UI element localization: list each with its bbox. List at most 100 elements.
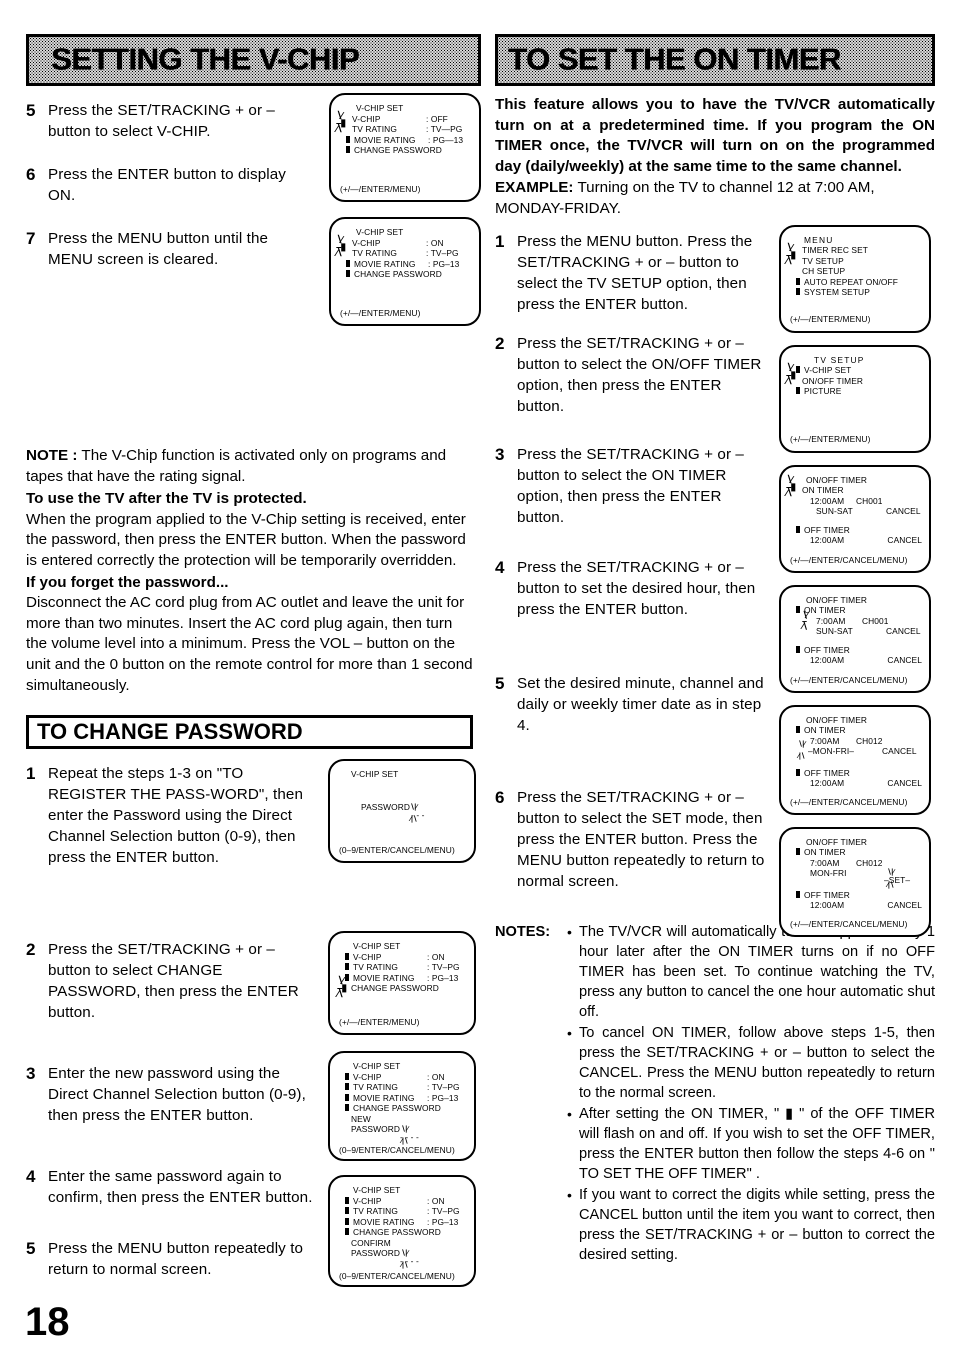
osd-row-label: TV RATING xyxy=(353,962,398,973)
osd-bullet-icon xyxy=(346,259,350,267)
osd-row-value: : TV–PG xyxy=(426,248,459,258)
step-number: 5 xyxy=(26,1239,36,1259)
osd-row-value: : TV–PG xyxy=(427,962,460,973)
osd-bullet-icon xyxy=(345,1196,349,1204)
step-text: Press the SET/TRACKING + or – button to … xyxy=(48,102,275,140)
step-text: Press the MENU button repeatedly to retu… xyxy=(48,1240,304,1279)
osd-bullet-icon xyxy=(345,1207,349,1215)
osd-off-timer-row: OFF TIMER xyxy=(788,768,922,779)
bullet-dot-icon: • xyxy=(567,1105,572,1122)
osd-on-timer-row: ON TIMER xyxy=(788,605,922,616)
osd-row: MOVIE RATING : PG—13 xyxy=(338,135,472,146)
osd-menu-item: PICTURE xyxy=(804,386,842,397)
osd-off-time: 12:00AM xyxy=(810,900,845,911)
osd-on-time-row: ∖∕ – ∕∖ 7:00AM CH001 xyxy=(788,610,922,630)
osd-row-label: TV RATING xyxy=(353,1082,398,1093)
osd-row-label: V-CHIP xyxy=(353,1071,382,1082)
protected-heading: To use the TV after the TV is protected. xyxy=(26,490,307,508)
vchip-step-list: 5 Press the SET/TRACKING + or – button t… xyxy=(26,100,316,270)
timer-step-2: 2 Press the SET/TRACKING + or – button t… xyxy=(495,333,767,417)
osd-row-value: : ON xyxy=(427,951,445,962)
osd-menu-item-row: AUTO REPEAT ON/OFF xyxy=(788,277,922,288)
osd-off-time-row: 12:00AM CANCEL xyxy=(788,535,922,546)
osd-password-label: PASSWORD xyxy=(351,1248,401,1259)
timer-step-4: 4 Press the SET/TRACKING + or – button t… xyxy=(495,557,767,620)
osd-bullet-icon xyxy=(345,1217,349,1225)
osd-off-cancel: CANCEL xyxy=(887,778,922,789)
osd-row-label: TV RATING xyxy=(353,1206,398,1217)
osd-footer: (+/—/ENTER/MENU) xyxy=(339,1016,420,1027)
osd-row-label: V-CHIP xyxy=(353,1195,382,1206)
osd-bullet-icon xyxy=(796,768,800,776)
osd-on-off-timer-step4: ON/OFF TIMER ON TIMER ∖∕ – ∕∖ 7:00AM CH0… xyxy=(779,584,931,693)
osd-menu-item: V-CHIP SET xyxy=(804,365,852,376)
osd-off-timer-label: OFF TIMER xyxy=(804,767,850,778)
osd-on-days-row: MON-FRI ∖∣∕ –SET– ∕∣∖ xyxy=(788,868,922,889)
timer-step-5: 5 Set the desired minute, channel and da… xyxy=(495,673,767,736)
osd-bullet-icon xyxy=(796,848,800,856)
osd-bullet-icon xyxy=(796,726,800,734)
step-number: 1 xyxy=(26,764,36,784)
blink-bottom-icon: ∕∣∖ xyxy=(410,815,417,823)
timer-step-6: 6 Press the SET/TRACKING + or – button t… xyxy=(495,787,767,892)
osd-row-value: : PG–13 xyxy=(427,972,459,983)
osd-title: MENU xyxy=(804,234,834,245)
osd-row: ∖∕ –▮ ∕∖ CHANGE PASSWORD xyxy=(337,977,467,1000)
blink-bottom-icon: ∕∣∖ xyxy=(887,882,894,890)
osd-bullet-icon xyxy=(796,288,800,296)
step-number: 6 xyxy=(26,165,36,184)
osd-bullet-icon xyxy=(345,1072,349,1080)
osd-row: TV RATING : TV—PG xyxy=(338,124,472,135)
osd-vchip-set-on: V-CHIP SET ∖∕ –▮ ∕∖ V-CHIP : ON TV RATIN… xyxy=(329,217,481,326)
step-7: 7 Press the MENU button until the MENU s… xyxy=(26,228,316,270)
osd-on-time: 12:00AM xyxy=(810,495,845,506)
osd-tv-setup: TV SETUP ∖∕ –▮ ∕∖ V-CHIP SET ON/OFF TIME… xyxy=(779,344,931,453)
step-number: 6 xyxy=(495,787,505,807)
bullet-dot-icon: • xyxy=(567,1024,572,1041)
pw-step-4: 4 Enter the same password again to confi… xyxy=(26,1166,314,1208)
osd-row: TV RATING : TV–PG xyxy=(338,248,472,259)
osd-footer: (+/—/ENTER/MENU) xyxy=(340,183,421,194)
forgot-heading: If you forget the password... xyxy=(26,573,229,591)
osd-menu-item: ON/OFF TIMER xyxy=(802,375,864,386)
cursor-marker-icon: ∖∕ –▮ ∕∖ xyxy=(786,474,796,499)
osd-off-time: 12:00AM xyxy=(810,535,845,546)
note-text: If you want to correct the digits while … xyxy=(579,1186,935,1263)
osd-row-label: MOVIE RATING xyxy=(354,258,416,269)
step-number: 4 xyxy=(26,1167,36,1187)
note-text: The V-Chip function is activated only on… xyxy=(26,447,447,485)
osd-row-label: MOVIE RATING xyxy=(354,134,416,145)
step-text: Press the SET/TRACKING + or – button to … xyxy=(48,941,299,1022)
step-6: 6 Press the ENTER button to display ON. xyxy=(26,164,316,206)
on-timer-steps: 1 Press the MENU button. Press the SET/T… xyxy=(495,224,935,937)
osd-off-time-row: 12:00AM CANCEL xyxy=(788,778,922,789)
osd-row: CHANGE PASSWORD xyxy=(337,1227,467,1238)
osd-on-cancel: CANCEL xyxy=(882,746,917,757)
osd-bullet-icon xyxy=(345,1228,349,1236)
osd-bullet-icon xyxy=(345,1104,349,1112)
section-banner-vchip: SETTING THE V-CHIP xyxy=(26,34,481,86)
osd-on-time-row: 7:00AM CH012 xyxy=(788,858,922,869)
osd-row: MOVIE RATING : PG–13 xyxy=(337,1093,467,1104)
page-number: 18 xyxy=(25,1300,70,1344)
osd-row: MOVIE RATING : PG–13 xyxy=(338,259,472,270)
cursor-marker-icon: ∖∕ –▮ ∕∖ xyxy=(336,111,346,135)
osd-title: V-CHIP SET xyxy=(356,227,404,237)
osd-on-days: –MON-FRI– xyxy=(808,746,855,757)
osd-off-cancel: CANCEL xyxy=(887,655,922,666)
osd-on-channel: CH012 xyxy=(856,735,883,746)
osd-off-time: 12:00AM xyxy=(810,778,845,789)
osd-footer: (+/—/ENTER/CANCEL/MENU) xyxy=(790,797,908,808)
osd-on-channel: CH001 xyxy=(856,495,883,506)
osd-row-label: CHANGE PASSWORD xyxy=(351,983,439,994)
osd-confirm-password-row: PASSWORD ∖∣∕ - - - - ∕∣∖ xyxy=(337,1248,467,1269)
step-text: Set the desired minute, channel and dail… xyxy=(517,674,764,734)
note-label: NOTE : xyxy=(26,447,78,464)
osd-row-value: : ON xyxy=(427,1071,445,1082)
osd-footer: (+/—/ENTER/CANCEL/MENU) xyxy=(790,675,908,686)
osd-footer: (+/—/ENTER/CANCEL/MENU) xyxy=(790,919,908,930)
osd-on-days: MON-FRI xyxy=(810,868,847,879)
osd-new-password: V-CHIP SET V-CHIP : ON TV RATING : TV–PG… xyxy=(328,1051,476,1162)
osd-on-timer-label: ON TIMER xyxy=(804,725,846,736)
step-number: 1 xyxy=(495,231,505,251)
